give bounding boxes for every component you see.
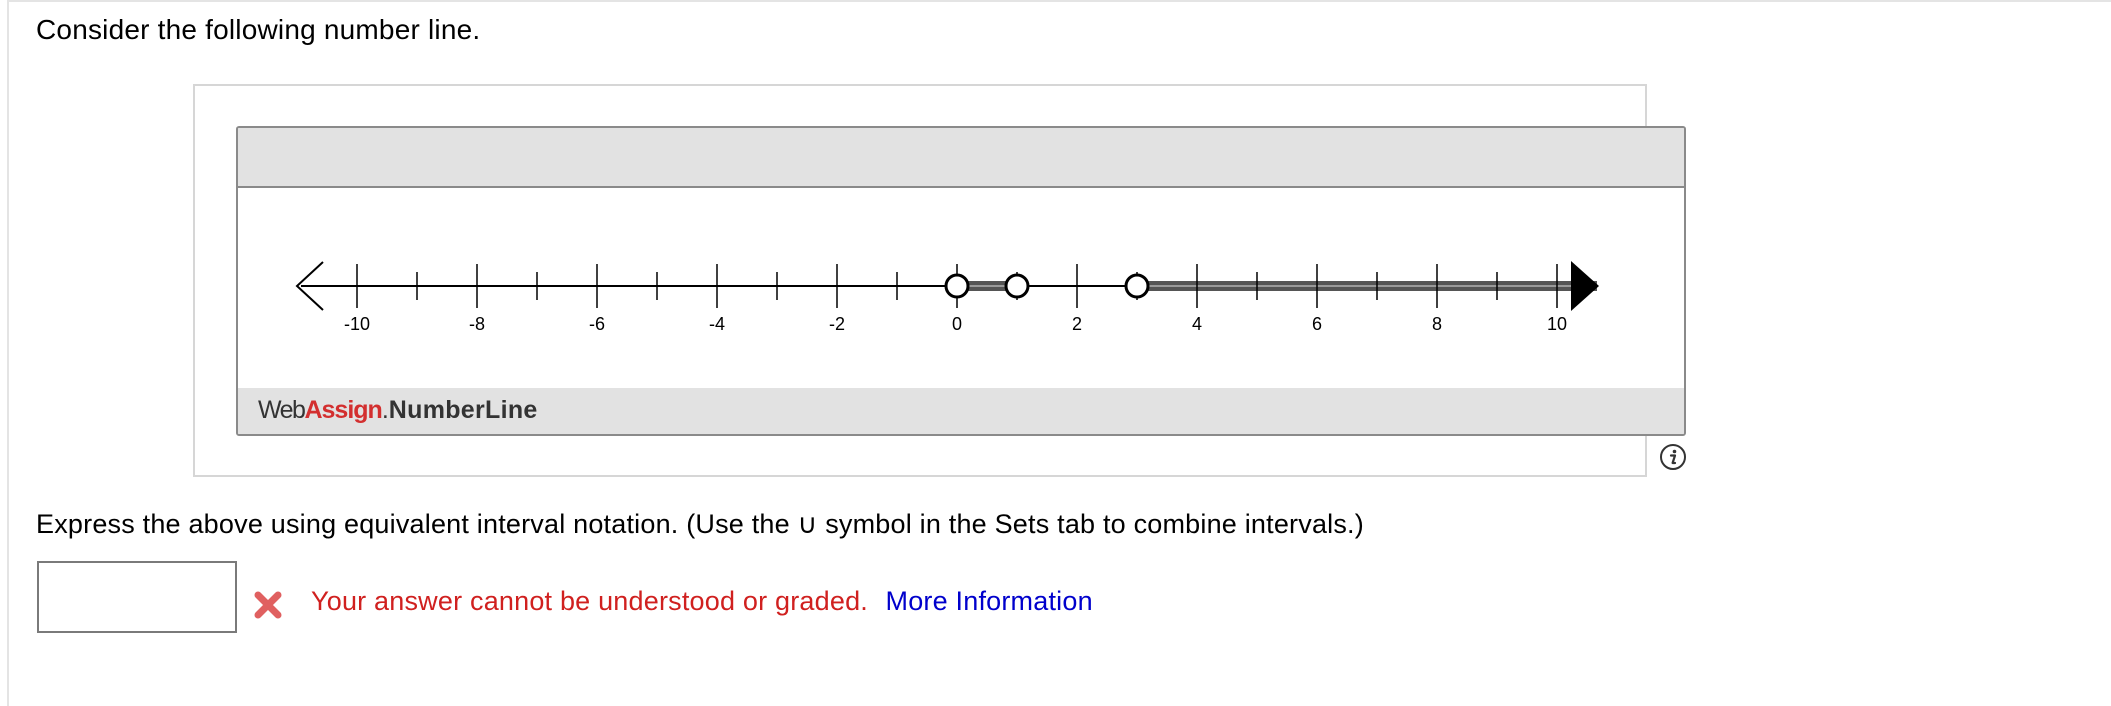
number-line-canvas[interactable]: -10 -8 -6 -4 -2 0 2 4 6 8 10 [238,128,1684,386]
number-line-footer: WebAssign.NumberLine [238,388,1684,434]
feedback-row: Your answer cannot be understood or grad… [311,586,1093,617]
tick-label: -10 [344,314,370,334]
question-prompt: Consider the following number line. [36,14,481,45]
tick-label: 4 [1192,314,1202,334]
tick-label: 2 [1072,314,1082,334]
error-x-icon [254,591,282,619]
open-point [1004,273,1030,299]
number-line-widget[interactable]: -10 -8 -6 -4 -2 0 2 4 6 8 10 WebAssign.NumberLine [236,126,1686,436]
tick-label: 6 [1312,314,1322,334]
info-icon[interactable] [1659,443,1687,471]
brand-web: Web [258,396,306,424]
top-divider [8,0,2111,2]
webassign-logo: WebAssign.NumberLine [258,396,538,425]
tick-label: -2 [829,314,845,334]
error-message: Your answer cannot be understood or grad… [311,586,868,616]
tick-label: 10 [1547,314,1567,334]
more-information-link[interactable]: More Information [886,586,1093,616]
instruction-text: Express the above using equivalent inter… [36,509,1364,539]
answer-input[interactable] [37,561,237,633]
brand-assign: Assign [304,396,382,424]
right-arrow [1571,261,1599,311]
left-divider [7,0,9,706]
open-point [944,273,970,299]
tick-label: -6 [589,314,605,334]
tick-label: -8 [469,314,485,334]
tick-label: -4 [709,314,725,334]
tick-label: 0 [952,314,962,334]
brand-product-name: NumberLine [388,396,538,424]
brand-dot: . [381,396,389,424]
tick-label: 8 [1432,314,1442,334]
open-point [1124,273,1150,299]
